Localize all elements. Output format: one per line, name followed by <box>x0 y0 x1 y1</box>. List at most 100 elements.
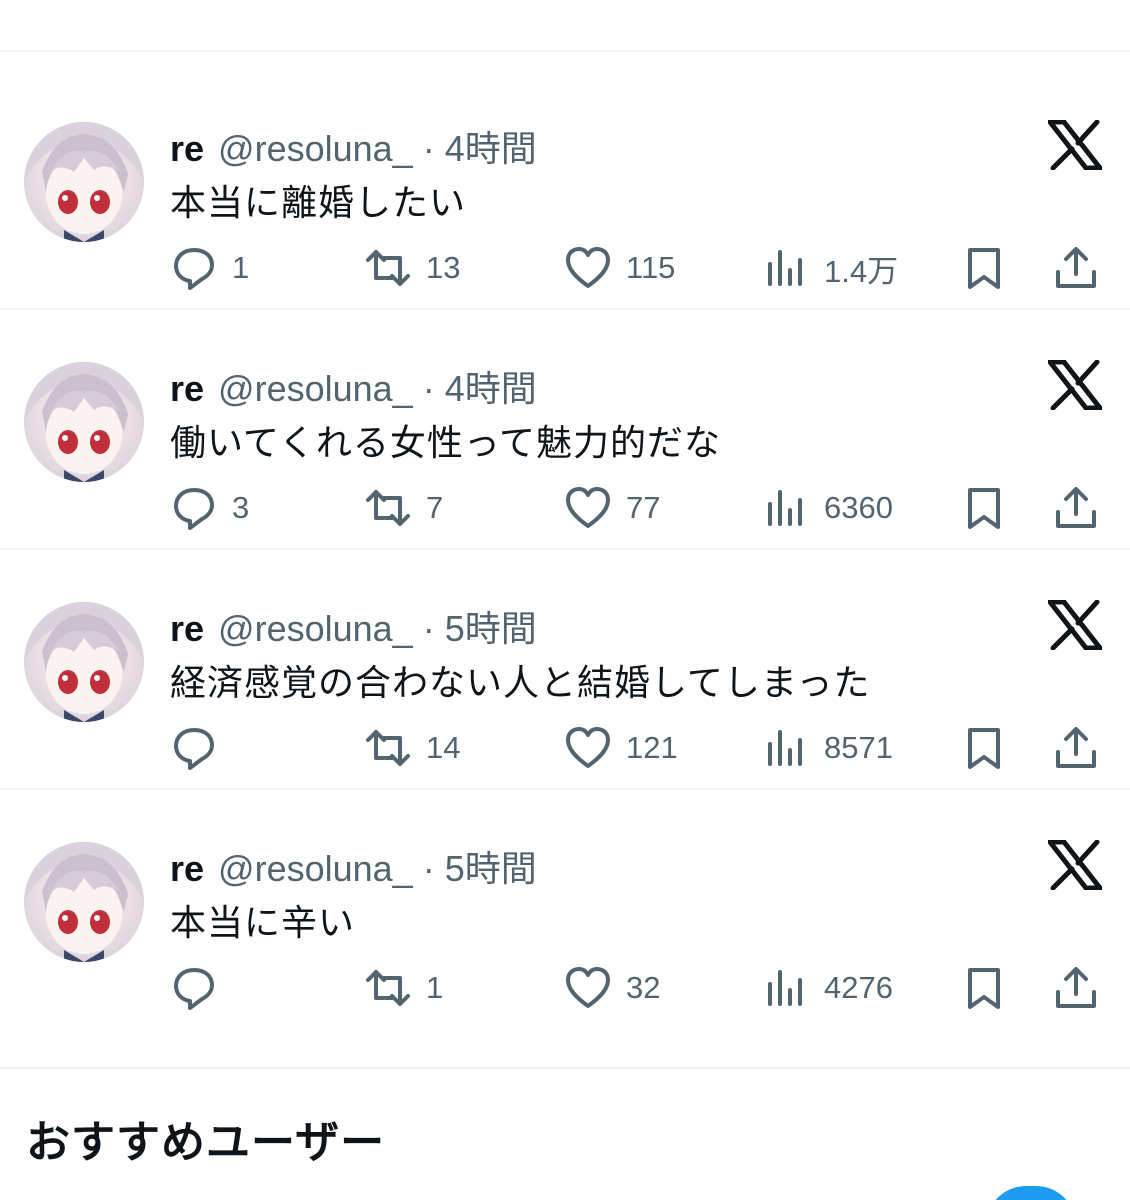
display-name[interactable]: re <box>170 608 204 650</box>
action-bar: 3 7 77 6360 <box>170 480 1110 536</box>
avatar[interactable] <box>24 122 144 242</box>
reply-icon <box>174 968 214 1010</box>
like-icon <box>566 247 610 288</box>
x-logo-icon <box>1044 839 1106 891</box>
bookmark-icon <box>968 488 1000 529</box>
share-icon <box>1056 727 1096 768</box>
x-logo-icon <box>1044 359 1106 411</box>
retweet-button[interactable]: 1 <box>364 960 443 1016</box>
views-count: 8571 <box>824 730 893 765</box>
retweet-icon <box>366 970 410 1006</box>
section-title: おすすめユーザー <box>26 1118 386 1167</box>
share-button[interactable] <box>1052 960 1100 1016</box>
views-icon <box>768 730 802 766</box>
like-count: 121 <box>626 730 678 765</box>
reply-button[interactable] <box>170 720 232 776</box>
reply-button[interactable] <box>170 960 232 1016</box>
views-count: 4276 <box>824 970 893 1005</box>
divider <box>0 50 1130 52</box>
display-name[interactable]: re <box>170 848 204 890</box>
tweet-header: re @resoluna_ · 4時間 <box>170 120 537 169</box>
timeline: re @resoluna_ · 4時間 本当に離婚したい 1 13 115 1.… <box>0 0 1130 1200</box>
tweet-card[interactable]: re @resoluna_ · 4時間 本当に離婚したい 1 13 115 1.… <box>0 70 1130 310</box>
reply-icon <box>174 488 214 530</box>
like-count: 32 <box>626 970 661 1005</box>
like-button[interactable]: 115 <box>564 240 675 296</box>
avatar[interactable] <box>24 602 144 722</box>
timestamp[interactable]: 4時間 <box>445 360 537 412</box>
avatar[interactable] <box>24 842 144 962</box>
reply-icon <box>174 728 214 770</box>
timestamp[interactable]: 4時間 <box>445 120 537 172</box>
x-logo-icon <box>1044 119 1106 171</box>
bookmark-button[interactable] <box>960 240 1008 296</box>
reply-icon <box>174 248 214 290</box>
tweet-text: 本当に離婚したい <box>170 182 467 223</box>
tweet-header: re @resoluna_ · 4時間 <box>170 360 537 409</box>
x-logo-icon <box>1044 599 1106 651</box>
views-icon <box>768 490 802 526</box>
like-button[interactable]: 121 <box>564 720 678 776</box>
retweet-count: 1 <box>426 970 444 1005</box>
tweet-text: 本当に辛い <box>170 902 356 943</box>
like-button[interactable]: 32 <box>564 960 660 1016</box>
display-name[interactable]: re <box>170 368 204 410</box>
retweet-icon <box>366 250 410 286</box>
share-button[interactable] <box>1052 720 1100 776</box>
timestamp[interactable]: 5時間 <box>445 840 537 892</box>
share-button[interactable] <box>1052 480 1100 536</box>
separator: · <box>422 848 435 889</box>
tweet-card[interactable]: re @resoluna_ · 5時間 本当に辛い 1 32 4276 <box>0 790 1130 1030</box>
views-button[interactable]: 1.4万 <box>762 240 898 296</box>
like-icon <box>566 967 610 1008</box>
tweet-header: re @resoluna_ · 5時間 <box>170 600 537 649</box>
reply-count: 1 <box>232 250 250 285</box>
like-count: 115 <box>626 250 676 285</box>
retweet-icon <box>366 730 410 766</box>
tweet-text: 働いてくれる女性って魅力的だな <box>170 422 722 463</box>
separator: · <box>422 608 435 649</box>
bookmark-icon <box>968 728 1000 769</box>
tweet-card[interactable]: re @resoluna_ · 5時間 経済感覚の合わない人と結婚してしまった … <box>0 550 1130 790</box>
retweet-button[interactable]: 14 <box>364 720 460 776</box>
share-icon <box>1056 967 1096 1008</box>
reply-button[interactable]: 3 <box>170 480 249 536</box>
bookmark-button[interactable] <box>960 480 1008 536</box>
share-icon <box>1056 487 1096 528</box>
user-handle[interactable]: @resoluna_ <box>218 848 413 890</box>
action-bar: 1 13 115 1.4万 <box>170 240 1110 296</box>
timestamp[interactable]: 5時間 <box>445 600 537 652</box>
user-handle[interactable]: @resoluna_ <box>218 608 413 650</box>
display-name[interactable]: re <box>170 128 204 170</box>
views-count: 1.4万 <box>824 253 899 289</box>
views-button[interactable]: 6360 <box>762 480 893 536</box>
views-count: 6360 <box>824 490 893 525</box>
retweet-count: 7 <box>426 490 444 525</box>
retweet-count: 13 <box>426 250 461 285</box>
user-handle[interactable]: @resoluna_ <box>218 368 413 410</box>
bookmark-icon <box>968 248 1000 289</box>
tweet-header: re @resoluna_ · 5時間 <box>170 840 537 889</box>
retweet-button[interactable]: 7 <box>364 480 443 536</box>
like-count: 77 <box>626 490 661 525</box>
reply-count: 3 <box>232 490 250 525</box>
follow-button[interactable] <box>986 1186 1076 1200</box>
views-button[interactable]: 4276 <box>762 960 893 1016</box>
tweet-card[interactable]: re @resoluna_ · 4時間 働いてくれる女性って魅力的だな 3 7 … <box>0 310 1130 550</box>
divider <box>0 1067 1130 1069</box>
bookmark-button[interactable] <box>960 960 1008 1016</box>
views-icon <box>768 250 802 286</box>
action-bar: 1 32 4276 <box>170 960 1110 1016</box>
tweet-text: 経済感覚の合わない人と結婚してしまった <box>170 662 871 703</box>
reply-button[interactable]: 1 <box>170 240 249 296</box>
share-button[interactable] <box>1052 240 1100 296</box>
action-bar: 14 121 8571 <box>170 720 1110 776</box>
like-icon <box>566 487 610 528</box>
separator: · <box>422 128 435 169</box>
like-button[interactable]: 77 <box>564 480 660 536</box>
retweet-button[interactable]: 13 <box>364 240 460 296</box>
views-button[interactable]: 8571 <box>762 720 893 776</box>
avatar[interactable] <box>24 362 144 482</box>
bookmark-button[interactable] <box>960 720 1008 776</box>
user-handle[interactable]: @resoluna_ <box>218 128 413 170</box>
